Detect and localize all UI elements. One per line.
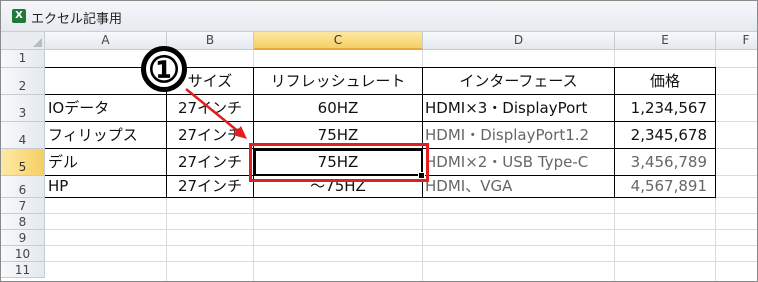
step-number-badge: ① xyxy=(141,46,187,92)
annotation-arrow xyxy=(185,88,247,139)
excel-window: X エクセル記事用 A B C D E F 1 2 3 4 5 6 7 8 9 … xyxy=(0,0,758,282)
